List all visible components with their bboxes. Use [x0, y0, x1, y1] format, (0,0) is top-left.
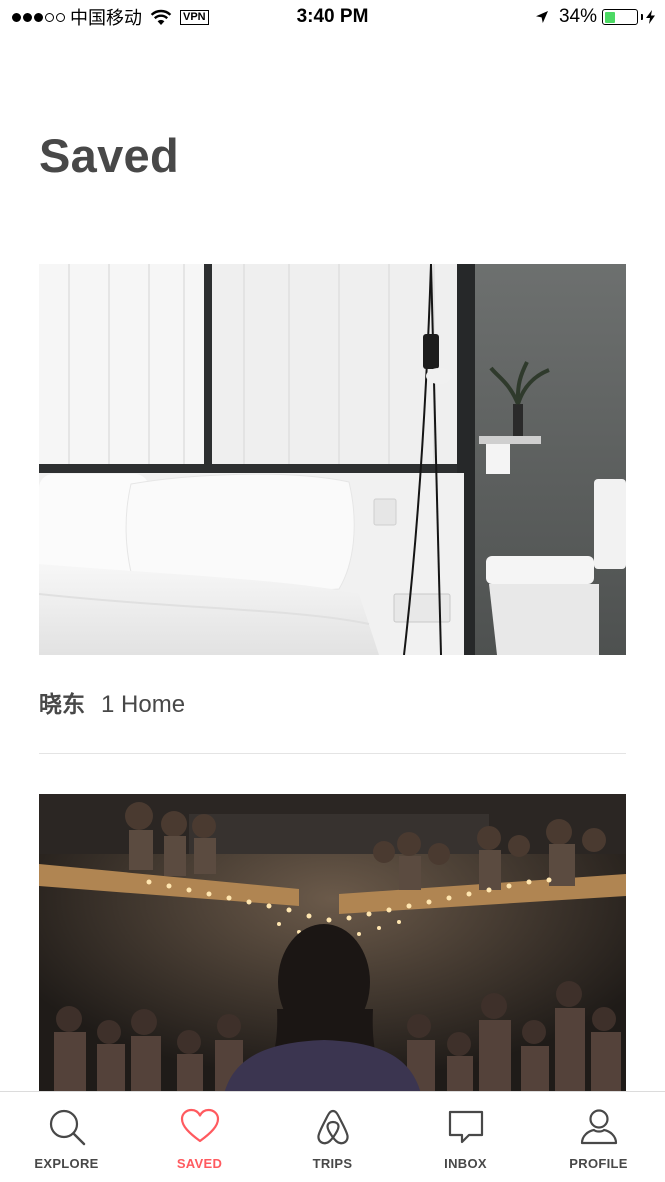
page-title: Saved [39, 129, 179, 182]
tab-label: PROFILE [569, 1156, 628, 1171]
charging-bolt-icon [646, 10, 655, 24]
wishlist-name: 晓东 [39, 692, 85, 718]
tab-inbox[interactable]: INBOX [399, 1092, 532, 1182]
chat-bubble-icon [448, 1110, 483, 1144]
tab-label: INBOX [444, 1156, 487, 1171]
tab-saved[interactable]: SAVED [133, 1092, 266, 1182]
bedroom-photo-illustration [39, 264, 626, 655]
status-right: 34% [535, 6, 655, 28]
tab-profile[interactable]: PROFILE [532, 1092, 665, 1182]
user-icon [580, 1109, 617, 1145]
wishlist-meta: 晓东 1 Home [39, 685, 626, 718]
battery-percent: 34% [558, 6, 597, 27]
search-icon [49, 1109, 85, 1146]
wishlist-card[interactable] [39, 794, 626, 1094]
event-audience-photo[interactable] [39, 794, 626, 1094]
battery-tip [641, 14, 643, 20]
tab-explore[interactable]: EXPLORE [0, 1092, 133, 1182]
tab-label: SAVED [176, 1156, 223, 1171]
airbnb-logo-icon [316, 1109, 349, 1145]
tab-label: TRIPS [312, 1156, 353, 1171]
battery-icon [602, 9, 638, 25]
tab-bar: EXPLORE SAVED TRIPS INBOX PROFILE [0, 1091, 665, 1182]
wishlist-count: 1 Home [101, 691, 186, 718]
location-arrow-icon [535, 11, 548, 23]
wishlist-card[interactable]: 晓东 1 Home [39, 264, 626, 718]
tab-trips[interactable]: TRIPS [266, 1092, 399, 1182]
bedroom-photo[interactable] [39, 264, 626, 655]
battery-fill [604, 11, 616, 23]
event-audience-illustration [39, 794, 626, 1094]
tab-label: EXPLORE [34, 1156, 99, 1171]
heart-icon [180, 1108, 219, 1143]
status-bar: 中国移动 VPN 3:40 PM 34% [0, 0, 665, 34]
card-divider [39, 753, 626, 754]
